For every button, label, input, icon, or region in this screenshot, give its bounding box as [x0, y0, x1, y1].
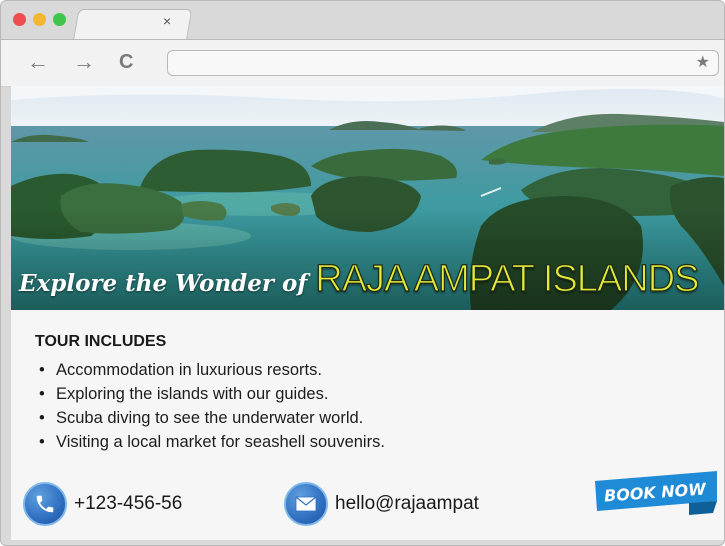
tour-heading: TOUR INCLUDES	[35, 333, 167, 350]
phone-contact[interactable]: +123-456-56	[23, 481, 182, 527]
tab-close-icon[interactable]: ×	[163, 13, 171, 29]
browser-toolbar: ← → C ★	[1, 39, 724, 87]
hero-banner: Explore the Wonder of RAJA AMPAT ISLANDS	[11, 86, 724, 310]
email-contact[interactable]: hello@rajaampat	[284, 481, 479, 527]
address-bar[interactable]: ★	[167, 50, 719, 76]
envelope-icon	[284, 482, 328, 526]
tour-list: • Accommodation in luxurious resorts. • Ex…	[39, 358, 385, 454]
book-now-button[interactable]: BOOK NOW	[593, 469, 721, 517]
web-page: Explore the Wonder of RAJA AMPAT ISLANDS …	[11, 86, 724, 540]
maximize-window-button[interactable]	[53, 13, 66, 26]
hero-script-text: Explore the Wonder of	[19, 270, 308, 297]
email-address[interactable]: hello@rajaampat	[335, 493, 479, 515]
forward-arrow-icon[interactable]: →	[73, 48, 95, 76]
phone-number[interactable]: +123-456-56	[74, 493, 182, 515]
tour-item-text: Scuba diving to see the underwater world…	[56, 409, 364, 427]
back-arrow-icon[interactable]: ←	[27, 48, 49, 76]
bullet: •	[39, 409, 45, 427]
list-item: • Accommodation in luxurious resorts.	[39, 358, 385, 382]
tab-bar: ×	[1, 1, 724, 40]
bullet: •	[39, 385, 45, 403]
browser-tab[interactable]	[73, 9, 193, 40]
bullet: •	[39, 361, 45, 379]
bullet: •	[39, 433, 45, 451]
reload-icon[interactable]: C	[119, 48, 133, 76]
hero-title: RAJA AMPAT ISLANDS	[315, 257, 700, 300]
list-item: • Visiting a local market for seashell so…	[39, 430, 385, 454]
browser-window: × ← → C ★ Explore the Wonder of RAJA AMP…	[0, 0, 725, 546]
tour-item-text: Visiting a local market for seashell sou…	[56, 433, 385, 451]
book-now-ribbon: BOOK NOW	[595, 471, 717, 515]
phone-icon	[23, 482, 67, 526]
tour-item-text: Exploring the islands with our guides.	[56, 385, 329, 403]
bookmark-star-icon[interactable]: ★	[696, 53, 710, 73]
minimize-window-button[interactable]	[33, 13, 46, 26]
list-item: • Scuba diving to see the underwater worl…	[39, 406, 385, 430]
close-window-button[interactable]	[13, 13, 26, 26]
list-item: • Exploring the islands with our guides.	[39, 382, 385, 406]
tour-item-text: Accommodation in luxurious resorts.	[56, 361, 322, 379]
hero-headline: Explore the Wonder of RAJA AMPAT ISLANDS	[19, 257, 700, 301]
